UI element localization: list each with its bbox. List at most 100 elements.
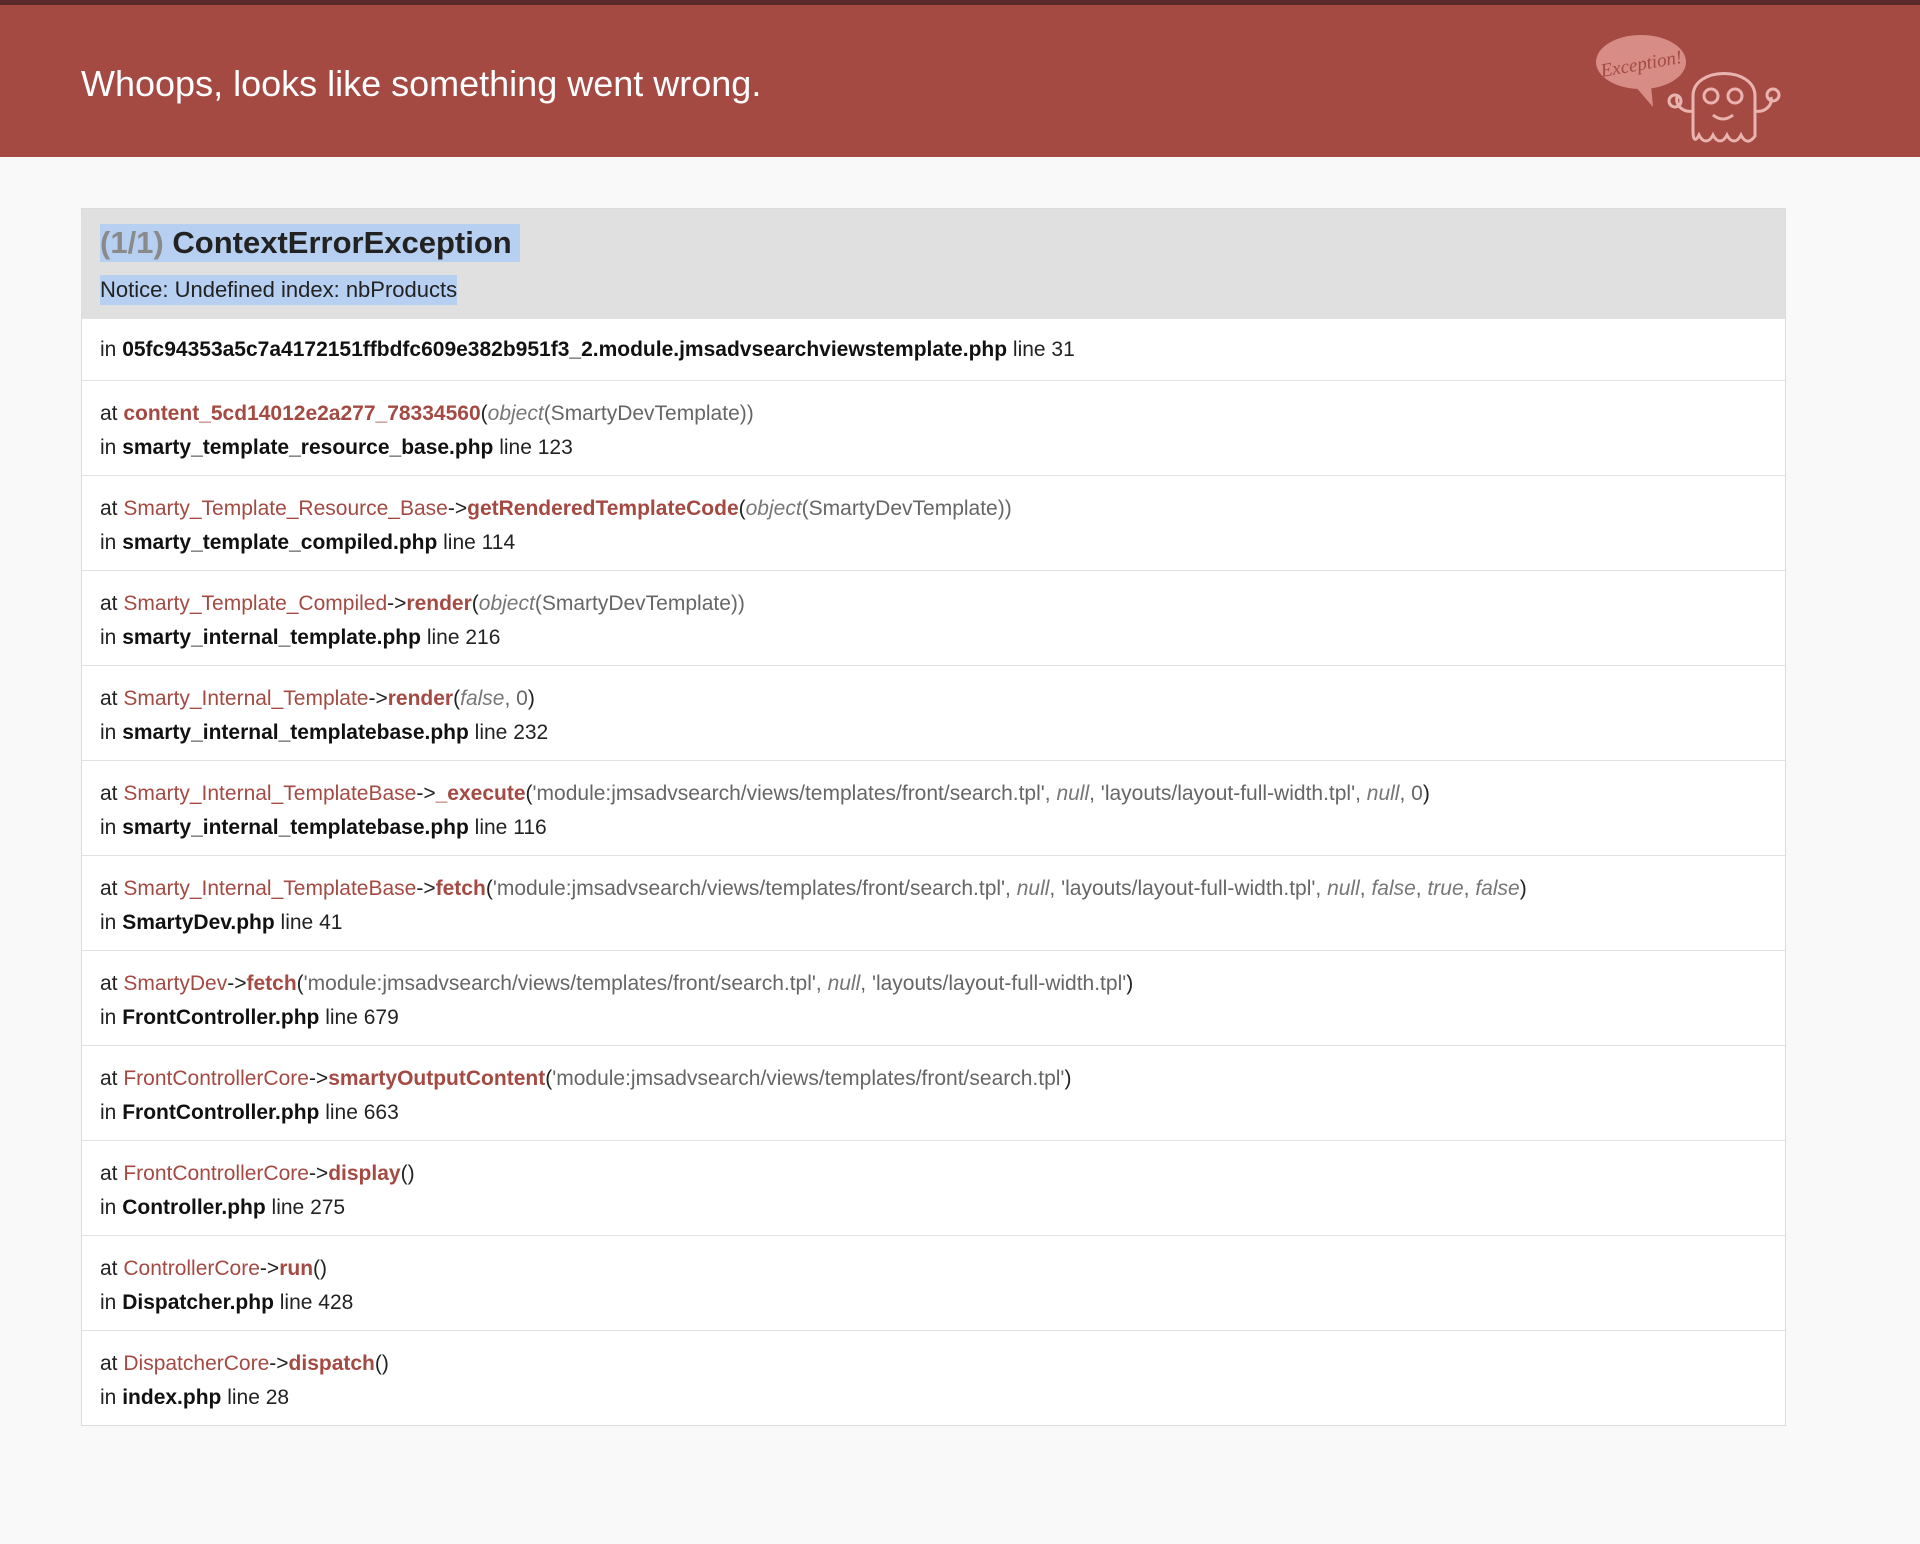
exception-message: Notice: Undefined index: nbProducts — [100, 275, 458, 305]
stack-frame: at Smarty_Internal_TemplateBase->_execut… — [82, 760, 1785, 855]
frame-argument: () — [374, 1352, 389, 1375]
frame-function: dispatch — [288, 1352, 375, 1375]
frame-function: fetch — [435, 877, 486, 900]
frame-argument: 'module:jmsadvsearch/views/templates/fro… — [492, 877, 1017, 900]
frame-argument: , 0 — [1399, 782, 1423, 805]
frame-line: line 679 — [325, 1006, 399, 1029]
frame-argument: null — [1016, 877, 1050, 900]
frame-class: FrontControllerCore — [123, 1067, 309, 1090]
frame-argument: null — [1366, 782, 1400, 805]
frame-file: smarty_template_resource_base.php — [122, 436, 494, 459]
frame-argument: , 'layouts/layout-full-width.tpl' — [860, 972, 1127, 995]
frame-line: line 123 — [499, 436, 573, 459]
frame-argument: ) — [1422, 782, 1430, 805]
frame-line: line 663 — [325, 1101, 399, 1124]
stack-trace: at content_5cd14012e2a277_78334560(objec… — [82, 380, 1785, 1425]
frame-argument: ) — [1126, 972, 1134, 995]
frame-argument: , — [1359, 877, 1372, 900]
stack-frame: at DispatcherCore->dispatch() in index.ph… — [82, 1330, 1785, 1425]
frame-arrow: -> — [416, 782, 436, 805]
frame-argument: false — [460, 687, 505, 710]
exception-name: ContextErrorException — [172, 225, 512, 260]
frame-class: SmartyDev — [123, 972, 228, 995]
page-title: Whoops, looks like something went wrong. — [81, 63, 762, 104]
frame-argument: , 'layouts/layout-full-width.tpl', — [1089, 782, 1367, 805]
frame-at-label: at — [100, 782, 118, 805]
frame-arrow: -> — [269, 1352, 289, 1375]
origin-file: 05fc94353a5c7a4172151ffbdfc609e382b951f3… — [122, 338, 1008, 361]
frame-in-label: in — [100, 1101, 117, 1124]
frame-file: smarty_internal_template.php — [122, 626, 421, 649]
frame-line: line 428 — [279, 1291, 354, 1314]
stack-frame: at Smarty_Internal_Template->render(fals… — [82, 665, 1785, 760]
frame-argument: ) — [1519, 877, 1527, 900]
frame-argument: null — [1056, 782, 1090, 805]
exception-panel: (1/1) ContextErrorException Notice: Unde… — [81, 208, 1786, 1426]
frame-class: Smarty_Internal_Template — [123, 687, 369, 710]
frame-line: line 28 — [227, 1386, 290, 1409]
stack-frame: at ControllerCore->run() in Dispatcher.ph… — [82, 1235, 1785, 1330]
frame-class: Smarty_Template_Resource_Base — [123, 497, 448, 520]
frame-function: run — [279, 1257, 314, 1280]
frame-argument: false — [1371, 877, 1416, 900]
frame-line: line 275 — [271, 1196, 346, 1219]
frame-argument: object — [745, 497, 802, 520]
frame-arrow: -> — [447, 497, 468, 520]
frame-at-label: at — [100, 402, 118, 425]
frame-function: render — [406, 592, 472, 615]
frame-class: Smarty_Internal_TemplateBase — [123, 877, 417, 900]
frame-argument: () — [313, 1257, 328, 1280]
frame-function: _execute — [435, 782, 526, 805]
frame-argument: true — [1427, 877, 1464, 900]
frame-in-label: in — [100, 1196, 117, 1219]
frame-class: FrontControllerCore — [123, 1162, 309, 1185]
frame-at-label: at — [100, 1352, 118, 1375]
frame-file: smarty_internal_templatebase.php — [122, 721, 469, 744]
error-header: Whoops, looks like something went wrong.… — [0, 5, 1920, 157]
frame-at-label: at — [100, 1067, 118, 1090]
frame-file: FrontController.php — [122, 1101, 320, 1124]
stack-frame: at Smarty_Template_Compiled->render(obje… — [82, 570, 1785, 665]
exception-ghost-icon: Exception! — [1596, 35, 1781, 143]
exception-origin: in 05fc94353a5c7a4172151ffbdfc609e382b95… — [82, 318, 1785, 380]
frame-argument: ( — [296, 972, 304, 995]
frame-argument: null — [1327, 877, 1360, 900]
stack-frame: at content_5cd14012e2a277_78334560(objec… — [82, 380, 1785, 475]
exception-summary: (1/1) ContextErrorException Notice: Unde… — [82, 209, 1785, 318]
frame-at-label: at — [100, 592, 118, 615]
stack-frame: at Smarty_Template_Resource_Base->getRen… — [82, 475, 1785, 570]
frame-argument: , 'layouts/layout-full-width.tpl', — [1049, 877, 1328, 900]
frame-file: SmartyDev.php — [122, 911, 275, 934]
frame-arrow: -> — [227, 972, 247, 995]
frame-class: Smarty_Internal_TemplateBase — [123, 782, 417, 805]
stack-frame: at SmartyDev->fetch('module:jmsadvsearch… — [82, 950, 1785, 1045]
frame-line: line 232 — [474, 721, 549, 744]
frame-argument: () — [400, 1162, 415, 1185]
frame-argument: , — [1463, 877, 1476, 900]
frame-at-label: at — [100, 877, 118, 900]
frame-argument: object — [478, 592, 535, 615]
exception-title: (1/1) ContextErrorException — [100, 224, 520, 262]
frame-argument: ( — [485, 877, 493, 900]
frame-class: ControllerCore — [123, 1257, 260, 1280]
frame-line: line 216 — [426, 626, 501, 649]
frame-class: DispatcherCore — [123, 1352, 270, 1375]
frame-arrow: -> — [259, 1257, 280, 1280]
frame-in-label: in — [100, 1291, 117, 1314]
frame-line: line 41 — [280, 911, 343, 934]
frame-line: line 116 — [474, 816, 547, 839]
frame-function: getRenderedTemplateCode — [467, 497, 739, 520]
frame-in-label: in — [100, 911, 117, 934]
frame-file: FrontController.php — [122, 1006, 320, 1029]
frame-in-label: in — [100, 721, 117, 744]
origin-prefix: in — [100, 338, 117, 361]
frame-argument: ) — [1064, 1067, 1072, 1090]
frame-at-label: at — [100, 972, 118, 995]
frame-function: smartyOutputContent — [328, 1067, 546, 1090]
frame-argument: ( — [525, 782, 533, 805]
frame-in-label: in — [100, 531, 117, 554]
frame-in-label: in — [100, 626, 117, 649]
origin-line: line 31 — [1012, 338, 1075, 361]
frame-function: fetch — [246, 972, 297, 995]
frame-argument: (SmartyDevTemplate)) — [801, 497, 1012, 520]
